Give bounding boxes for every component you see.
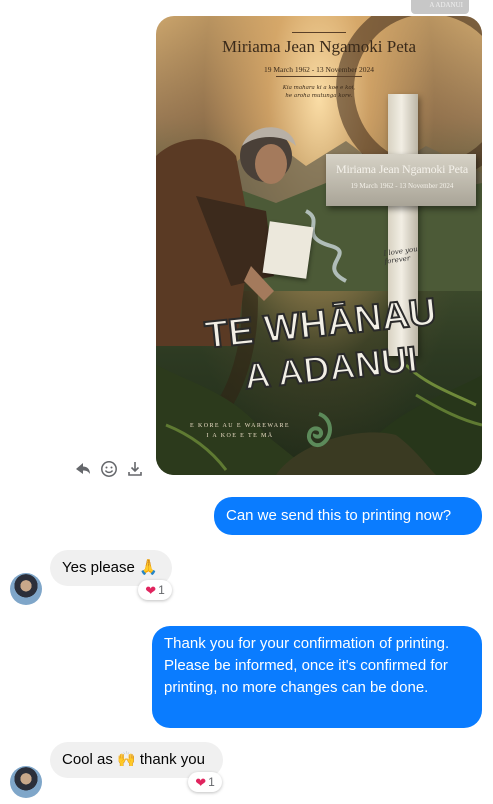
poster-title: Miriama Jean Ngamoki Peta [221,37,417,56]
avatar[interactable] [10,573,42,605]
cross-dates-text: 19 March 1962 - 13 November 2024 [350,182,454,190]
heart-reaction-icon: ❤ [195,774,207,790]
thumbnail-caption: A ADANUI [429,1,463,9]
footer-line-1: E KORE AU E WAREWARE [190,423,290,429]
download-icon[interactable] [126,460,144,478]
paper-note [262,221,314,279]
previous-image-thumbnail[interactable]: A ADANUI [411,0,469,14]
reaction-badge[interactable]: ❤ 1 [188,772,222,792]
quote-line-2: he aroha mutunga kore. [285,93,353,100]
dates-divider [276,76,362,77]
share-icon[interactable] [74,460,92,478]
memorial-poster-image[interactable]: Miriama Jean Ngamoki Peta 19 March 1962 … [156,16,482,475]
quote-line-1: Kia mahara ki a koe e koi, [282,85,356,91]
reaction-count: 1 [158,583,165,597]
poster-footer: E KORE AU E WAREWARE I A KOE E TE MĀ [172,421,308,441]
message-bubble-outgoing[interactable]: Thank you for your confirmation of print… [152,626,482,728]
reaction-badge[interactable]: ❤ 1 [138,580,172,600]
media-actions [74,458,144,480]
footer-line-2: I A KOE E TE MĀ [206,433,274,440]
emoji-icon[interactable] [100,460,118,478]
cross-name-text: Miriama Jean Ngamoki Peta [336,162,468,176]
poster-dates: 19 March 1962 - 13 November 2024 [264,65,374,74]
poster-quote: Kia mahara ki a koe e koi, he aroha mutu… [156,84,482,101]
title-ornament [292,32,346,33]
avatar[interactable] [10,766,42,798]
heart-reaction-icon: ❤ [145,582,157,598]
pounamu-pendant-icon [307,412,332,447]
message-bubble-outgoing[interactable]: Can we send this to printing now? [214,497,482,535]
reaction-count: 1 [208,775,215,789]
graffiti-title: TE WHĀNAU A ADANUI [202,290,439,398]
